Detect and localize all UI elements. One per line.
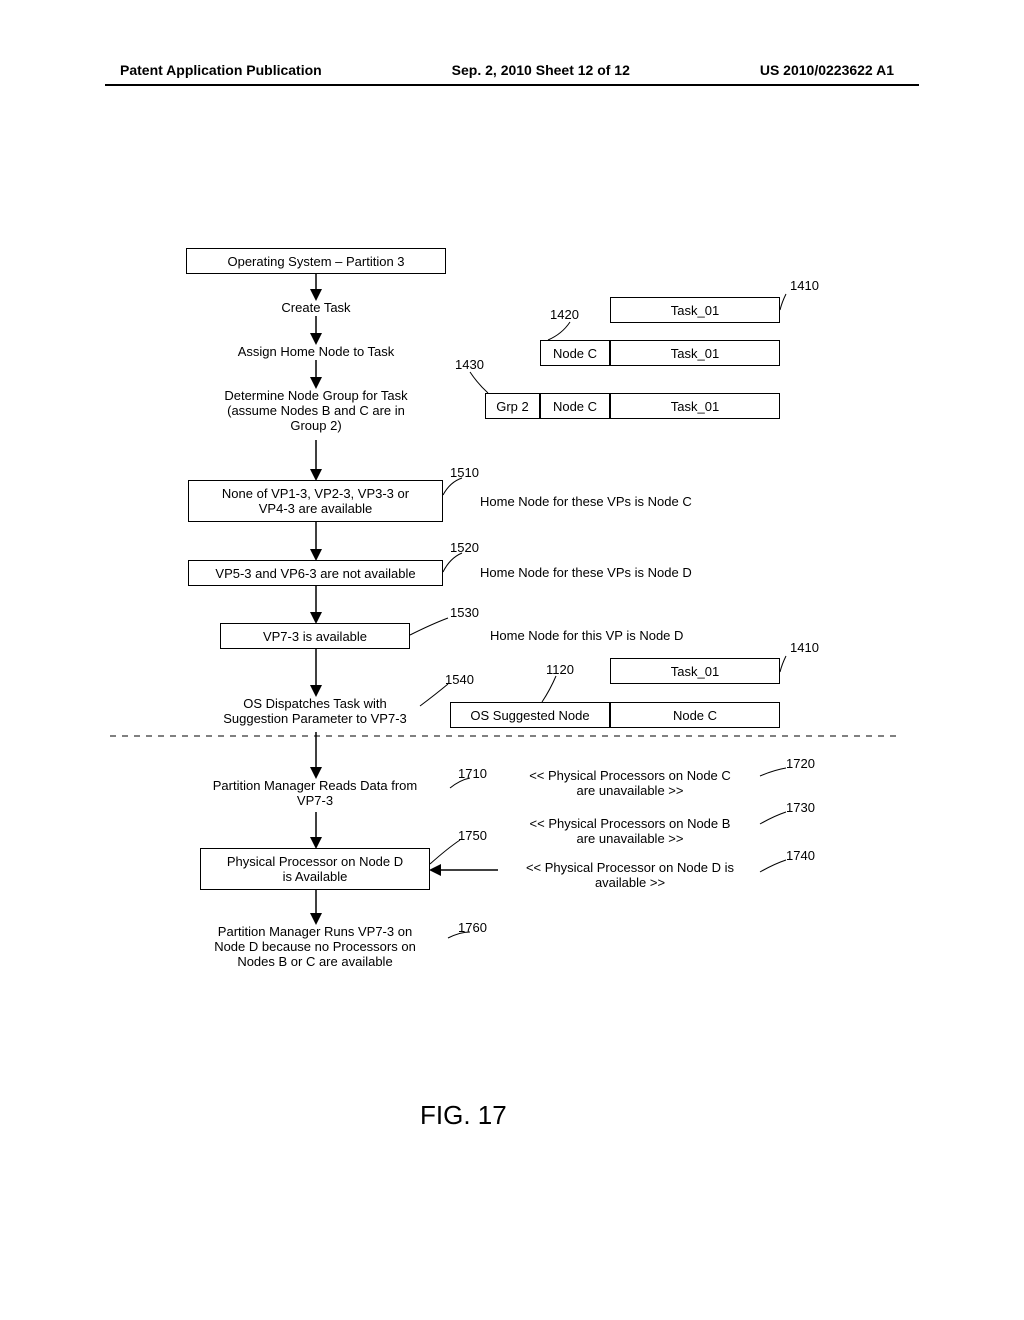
ref-1120: 1120 bbox=[546, 662, 574, 677]
step-determine-group: Determine Node Group for Task (assume No… bbox=[190, 388, 442, 433]
ref-1540: 1540 bbox=[445, 672, 474, 687]
header-center: Sep. 2, 2010 Sheet 12 of 12 bbox=[452, 62, 630, 78]
box-task01-b: Task_01 bbox=[610, 340, 780, 366]
ref-1730: 1730 bbox=[786, 800, 815, 815]
ref-1410b: 1410 bbox=[790, 640, 819, 655]
step-os-dispatch: OS Dispatches Task with Suggestion Param… bbox=[210, 696, 420, 726]
box-task01-c: Task_01 bbox=[610, 393, 780, 419]
note-home-d1: Home Node for these VPs is Node D bbox=[480, 565, 692, 580]
ref-1760: 1760 bbox=[458, 920, 487, 935]
header-divider bbox=[105, 84, 919, 86]
ref-1720: 1720 bbox=[786, 756, 815, 771]
figure-label: FIG. 17 bbox=[420, 1100, 507, 1131]
connectors bbox=[0, 0, 1024, 1320]
note-phys-b: << Physical Processors on Node B are una… bbox=[500, 816, 760, 846]
step-vp56: VP5-3 and VP6-3 are not available bbox=[188, 560, 443, 586]
step-vp7: VP7-3 is available bbox=[220, 623, 410, 649]
step-create-task: Create Task bbox=[256, 300, 376, 315]
ref-1510: 1510 bbox=[450, 465, 479, 480]
page: Patent Application Publication Sep. 2, 2… bbox=[0, 0, 1024, 1320]
box-nodec-c: Node C bbox=[610, 702, 780, 728]
step-pm-reads: Partition Manager Reads Data from VP7-3 bbox=[175, 778, 455, 808]
header-right: US 2010/0223622 A1 bbox=[760, 62, 894, 78]
note-home-c: Home Node for these VPs is Node C bbox=[480, 494, 692, 509]
box-task01-d: Task_01 bbox=[610, 658, 780, 684]
step-assign-home: Assign Home Node to Task bbox=[208, 344, 424, 359]
box-grp2: Grp 2 bbox=[485, 393, 540, 419]
step-phys-d: Physical Processor on Node D is Availabl… bbox=[200, 848, 430, 890]
box-nodec-a: Node C bbox=[540, 340, 610, 366]
ref-1740: 1740 bbox=[786, 848, 815, 863]
box-task01-a: Task_01 bbox=[610, 297, 780, 323]
ref-1710: 1710 bbox=[458, 766, 487, 781]
ref-1520: 1520 bbox=[450, 540, 479, 555]
ref-1430: 1430 bbox=[455, 357, 484, 372]
step-pm-runs: Partition Manager Runs VP7-3 on Node D b… bbox=[180, 924, 450, 969]
step-os-partition: Operating System – Partition 3 bbox=[186, 248, 446, 274]
note-phys-c: << Physical Processors on Node C are una… bbox=[500, 768, 760, 798]
ref-1530: 1530 bbox=[450, 605, 479, 620]
header-left: Patent Application Publication bbox=[120, 62, 322, 78]
step-none-vp: None of VP1-3, VP2-3, VP3-3 or VP4-3 are… bbox=[188, 480, 443, 522]
box-os-suggested: OS Suggested Node bbox=[450, 702, 610, 728]
ref-1410a: 1410 bbox=[790, 278, 819, 293]
note-phys-d: << Physical Processor on Node D is avail… bbox=[500, 860, 760, 890]
box-nodec-b: Node C bbox=[540, 393, 610, 419]
ref-1750: 1750 bbox=[458, 828, 487, 843]
note-home-d2: Home Node for this VP is Node D bbox=[490, 628, 683, 643]
page-header: Patent Application Publication Sep. 2, 2… bbox=[0, 62, 1024, 78]
ref-1420: 1420 bbox=[550, 307, 579, 322]
